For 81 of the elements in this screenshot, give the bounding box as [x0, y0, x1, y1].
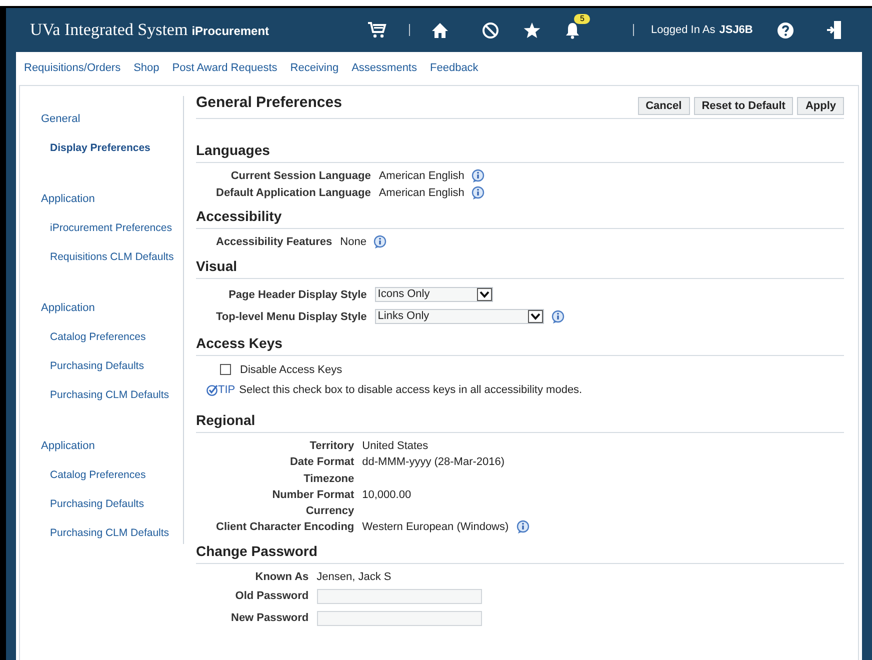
- check-circle-icon[interactable]: [206, 384, 218, 396]
- sidebar-item[interactable]: Purchasing Defaults: [20, 497, 183, 526]
- section-heading: Visual: [196, 256, 844, 278]
- field-label: Known As: [254, 570, 309, 585]
- prohibited-icon[interactable]: [482, 22, 499, 38]
- password-field[interactable]: [316, 588, 482, 604]
- dropdown-value: Links Only: [378, 310, 430, 323]
- nav-link[interactable]: Feedback: [430, 60, 478, 77]
- field-label: Current Session Language: [230, 169, 371, 184]
- notification-badge: 5: [574, 14, 590, 24]
- field-label: Currency: [304, 504, 354, 519]
- nav-link[interactable]: Receiving: [290, 60, 339, 77]
- sidebar-heading: Application: [40, 192, 96, 207]
- info-icon[interactable]: [516, 520, 530, 534]
- sidebar-item[interactable]: iProcurement Preferences: [20, 221, 183, 250]
- tip-text: Select this check box to disable access keys in all accessibility modes.: [239, 383, 582, 398]
- sidebar-item[interactable]: Catalog Preferences: [20, 330, 183, 359]
- field-label: Territory: [308, 438, 354, 454]
- star-icon[interactable]: [523, 22, 541, 38]
- field-label: Date Format: [288, 455, 354, 470]
- info-icon[interactable]: [471, 186, 486, 200]
- help-icon[interactable]: [776, 22, 794, 38]
- sidebar-item[interactable]: Purchasing CLM Defaults: [20, 388, 183, 417]
- field-value: 10,000.00: [362, 488, 412, 502]
- field-value: American English: [378, 169, 464, 184]
- section-heading: Languages: [196, 141, 844, 163]
- cart-icon[interactable]: [367, 21, 387, 39]
- field-value: Jensen, Jack S: [316, 570, 392, 584]
- logout-icon[interactable]: [826, 20, 842, 40]
- field-label: Old Password: [234, 589, 309, 604]
- nav-link[interactable]: Assessments: [352, 60, 417, 77]
- field-value: None: [340, 235, 366, 250]
- section-heading: Access Keys: [196, 334, 844, 356]
- sidebar-heading: Application: [40, 301, 96, 316]
- field-label: Page Header Display Style: [228, 288, 367, 302]
- field-label: Top-level Menu Display Style: [216, 310, 367, 324]
- section-heading: Accessibility: [196, 207, 844, 229]
- chevron-down-icon[interactable]: [476, 288, 492, 301]
- app-title: UVa Integrated System: [30, 19, 188, 42]
- checkbox[interactable]: [220, 364, 231, 376]
- info-icon[interactable]: [373, 235, 388, 250]
- home-icon[interactable]: [431, 22, 449, 38]
- action-button[interactable]: Reset to Default: [694, 97, 794, 115]
- page-title: General Preferences: [196, 93, 342, 113]
- section-heading: Regional: [196, 410, 844, 432]
- sidebar-heading: General: [40, 112, 82, 127]
- sidebar-heading: Application: [40, 439, 96, 454]
- user-name: JSJ6B: [719, 22, 753, 38]
- field-value: dd-MMM-yyyy (28-Mar-2016): [362, 455, 505, 470]
- dropdown[interactable]: Icons Only: [374, 287, 493, 302]
- field-value: Western European (Windows): [362, 520, 509, 535]
- field-label: Timezone: [302, 472, 354, 486]
- field-value: American English: [378, 186, 464, 200]
- sidebar-item[interactable]: Requisitions CLM Defaults: [20, 250, 183, 279]
- info-icon[interactable]: [550, 310, 565, 324]
- field-label: New Password: [231, 611, 309, 626]
- action-button[interactable]: Cancel: [638, 97, 690, 115]
- field-label: Client Character Encoding: [216, 520, 354, 536]
- field-label: Default Application Language: [216, 186, 371, 201]
- sidebar-item[interactable]: Purchasing CLM Defaults: [20, 526, 183, 555]
- bell-icon[interactable]: [565, 22, 580, 38]
- module-name: iProcurement: [192, 23, 270, 40]
- sidebar-item[interactable]: Catalog Preferences: [20, 468, 183, 497]
- field-label: Number Format: [271, 488, 354, 503]
- info-icon[interactable]: [471, 169, 486, 184]
- password-field[interactable]: [316, 610, 482, 626]
- section-heading: Change Password: [196, 542, 844, 564]
- tip-label: TIP: [218, 383, 236, 398]
- nav-link[interactable]: Shop: [134, 60, 160, 77]
- dropdown-value: Icons Only: [378, 288, 430, 301]
- chevron-down-icon[interactable]: [528, 310, 543, 323]
- logged-in-label: Logged In As: [651, 22, 716, 38]
- nav-link[interactable]: Post Award Requests: [172, 60, 278, 77]
- action-button[interactable]: Apply: [797, 97, 844, 115]
- dropdown[interactable]: Links Only: [374, 309, 544, 324]
- sidebar-item[interactable]: Purchasing Defaults: [20, 359, 183, 388]
- field-value: United States: [362, 438, 428, 454]
- checkbox-label: Disable Access Keys: [240, 362, 342, 378]
- sidebar-item[interactable]: Display Preferences: [20, 141, 183, 170]
- field-label: Accessibility Features: [216, 235, 332, 250]
- nav-link[interactable]: Requisitions/Orders: [24, 60, 121, 77]
